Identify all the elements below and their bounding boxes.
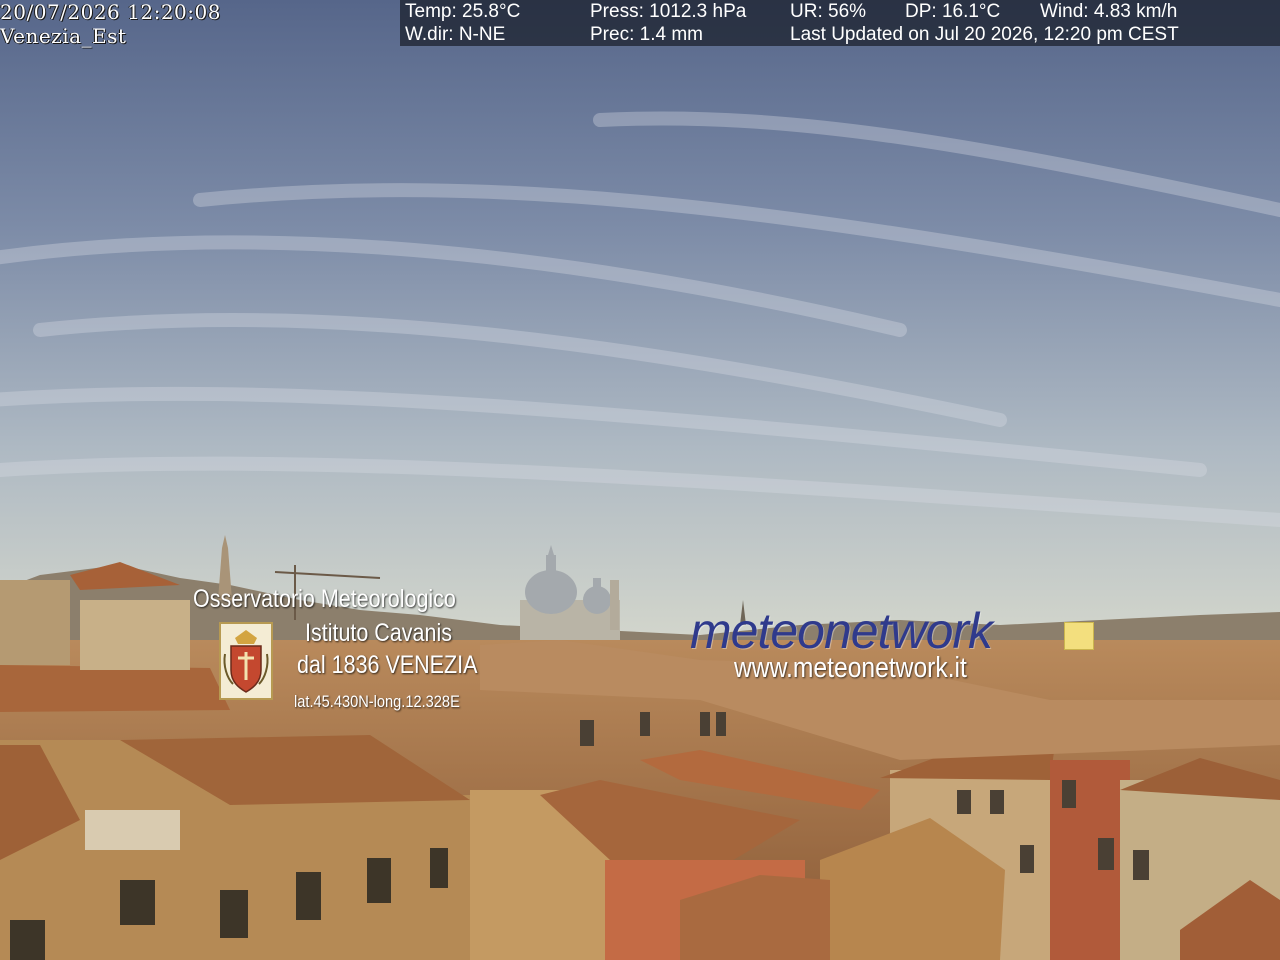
- timestamp: 20/07/2026 12:20:08: [0, 0, 221, 24]
- humidity-reading: UR: 56%: [790, 1, 867, 22]
- meteonetwork-url[interactable]: www.meteonetwork.it: [734, 652, 967, 685]
- precipitation-reading: Prec: 1.4 mm: [590, 24, 703, 45]
- wind-speed-reading: Wind: 4.83 km/h: [1040, 1, 1178, 22]
- temperature-reading: Temp: 25.8°C: [405, 1, 521, 22]
- logo-square-icon: [1064, 622, 1094, 650]
- coordinates: lat.45.430N-long.12.328E: [294, 692, 460, 711]
- coat-of-arms-icon: [219, 622, 273, 700]
- sky: [0, 0, 1280, 640]
- founded-line: dal 1836 VENEZIA: [297, 651, 478, 679]
- observatory-name: Osservatorio Meteorologico: [193, 585, 456, 613]
- camera-stamp: 20/07/2026 12:20:08 Venezia_Est: [0, 0, 221, 48]
- webcam-scene: [0, 0, 1280, 960]
- pressure-reading: Press: 1012.3 hPa: [590, 1, 747, 22]
- last-updated: Last Updated on Jul 20 2026, 12:20 pm CE…: [790, 24, 1179, 45]
- institute-name: Istituto Cavanis: [305, 619, 452, 647]
- wind-direction-reading: W.dir: N-NE: [405, 24, 506, 45]
- dewpoint-reading: DP: 16.1°C: [905, 1, 1001, 22]
- camera-name: Venezia_Est: [0, 24, 127, 48]
- weather-bar: Temp: 25.8°C Press: 1012.3 hPa UR: 56% D…: [400, 0, 1280, 46]
